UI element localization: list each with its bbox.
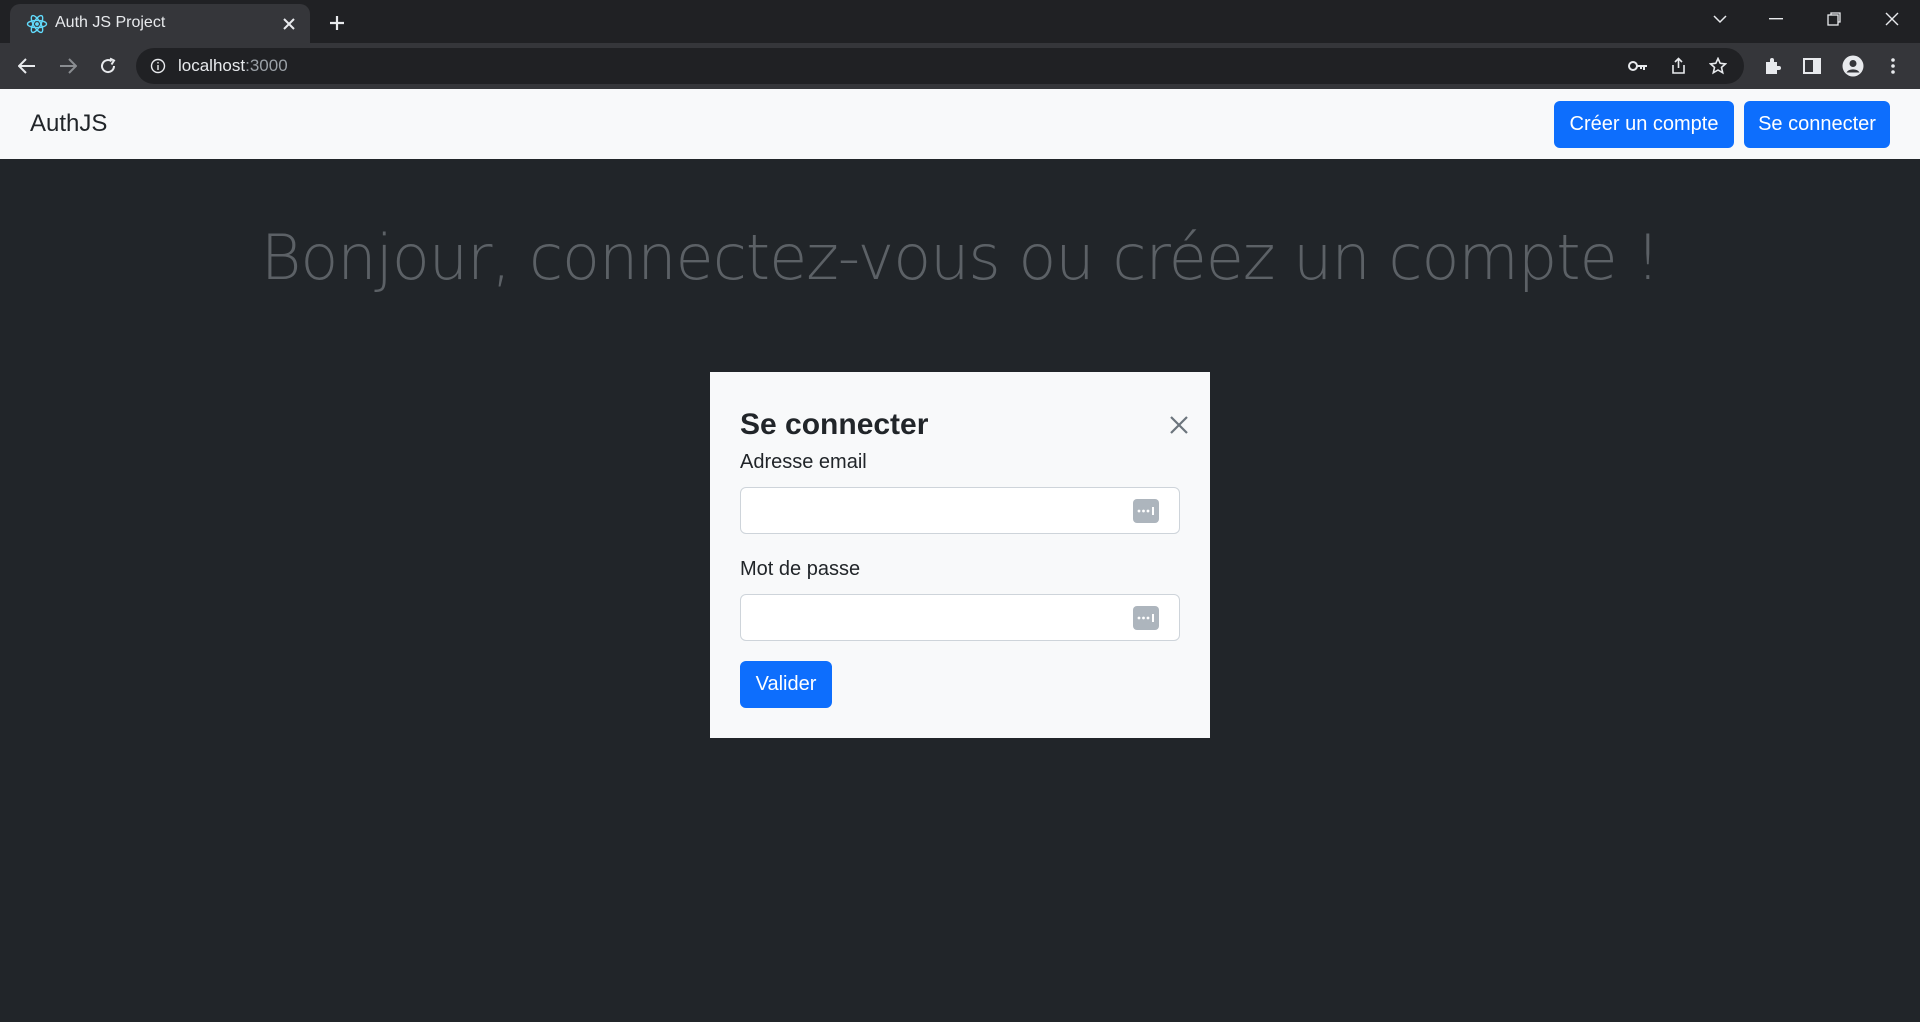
key-icon[interactable]: [1624, 52, 1652, 80]
create-account-button[interactable]: Créer un compte: [1554, 101, 1734, 148]
url-host: localhost: [178, 56, 246, 75]
close-icon[interactable]: [1166, 412, 1192, 438]
close-window-icon[interactable]: [1864, 0, 1920, 38]
navbar-brand[interactable]: AuthJS: [30, 110, 107, 138]
page-body: Bonjour, connectez-vous ou créez un comp…: [0, 159, 1920, 1022]
tab-close-icon[interactable]: [278, 13, 300, 35]
browser-tab[interactable]: Auth JS Project: [10, 4, 310, 43]
email-label: Adresse email: [740, 451, 867, 473]
password-label: Mot de passe: [740, 558, 861, 580]
new-tab-icon[interactable]: [322, 8, 352, 38]
tab-title: Auth JS Project: [55, 14, 166, 31]
react-logo-icon: [26, 13, 48, 35]
login-modal: Se connecter Adresse email Mot de passe …: [710, 372, 1210, 738]
site-info-icon[interactable]: [148, 56, 168, 76]
login-button[interactable]: Se connecter: [1744, 101, 1890, 148]
url-text: localhost:3000: [178, 56, 288, 76]
profile-avatar-icon[interactable]: [1837, 50, 1869, 82]
submit-button[interactable]: Valider: [740, 661, 832, 708]
minimize-icon[interactable]: [1748, 0, 1804, 38]
share-icon[interactable]: [1664, 52, 1692, 80]
restore-icon[interactable]: [1806, 0, 1862, 38]
url-port: :3000: [245, 56, 288, 75]
password-field-wrapper: [740, 594, 1180, 641]
address-bar[interactable]: localhost:3000: [136, 48, 1744, 84]
password-manager-icon[interactable]: [1133, 499, 1159, 523]
password-manager-icon[interactable]: [1133, 606, 1159, 630]
reload-icon[interactable]: [92, 50, 124, 82]
password-field[interactable]: [741, 595, 1179, 640]
browser-menu-icon[interactable]: [1877, 50, 1909, 82]
side-panel-icon[interactable]: [1796, 50, 1828, 82]
extensions-puzzle-icon[interactable]: [1756, 50, 1788, 82]
browser-toolbar: localhost:3000: [0, 43, 1920, 89]
bookmark-star-icon[interactable]: [1704, 52, 1732, 80]
email-field-wrapper: [740, 487, 1180, 534]
forward-arrow-icon[interactable]: [52, 50, 84, 82]
tab-search-chevron-icon[interactable]: [1692, 0, 1748, 38]
back-arrow-icon[interactable]: [11, 50, 43, 82]
modal-title: Se connecter: [740, 408, 929, 441]
site-navbar: AuthJS Créer un compte Se connecter: [0, 89, 1920, 159]
page-heading: Bonjour, connectez-vous ou créez un comp…: [260, 221, 1660, 294]
browser-tab-strip: Auth JS Project: [0, 0, 1920, 43]
email-field[interactable]: [741, 488, 1179, 533]
